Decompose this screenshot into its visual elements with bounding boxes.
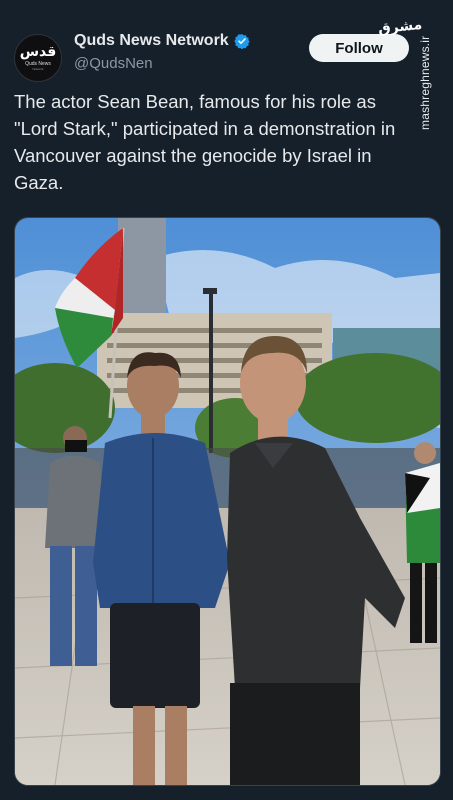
avatar-logo-text: قدس — [19, 44, 57, 60]
follow-button[interactable]: Follow — [309, 34, 409, 62]
avatar-logo-subcaption: Network — [32, 67, 44, 71]
watermark-logo: مشرق — [377, 15, 423, 37]
name-row: Quds News Network — [74, 32, 250, 50]
watermark-url: mashreghnews.ir — [418, 35, 432, 130]
tweet-text: The actor Sean Bean, famous for his role… — [14, 91, 396, 193]
avatar[interactable]: قدس Quds News Network — [14, 34, 62, 82]
photo-scene — [15, 218, 440, 785]
verified-badge-icon — [234, 34, 250, 49]
tower-building — [118, 218, 166, 318]
tweet-header: قدس Quds News Network Quds News Network … — [0, 0, 453, 130]
tweet-photo[interactable] — [14, 217, 441, 786]
display-name[interactable]: Quds News Network — [74, 32, 229, 50]
account-handle[interactable]: @QudsNen — [74, 55, 153, 72]
